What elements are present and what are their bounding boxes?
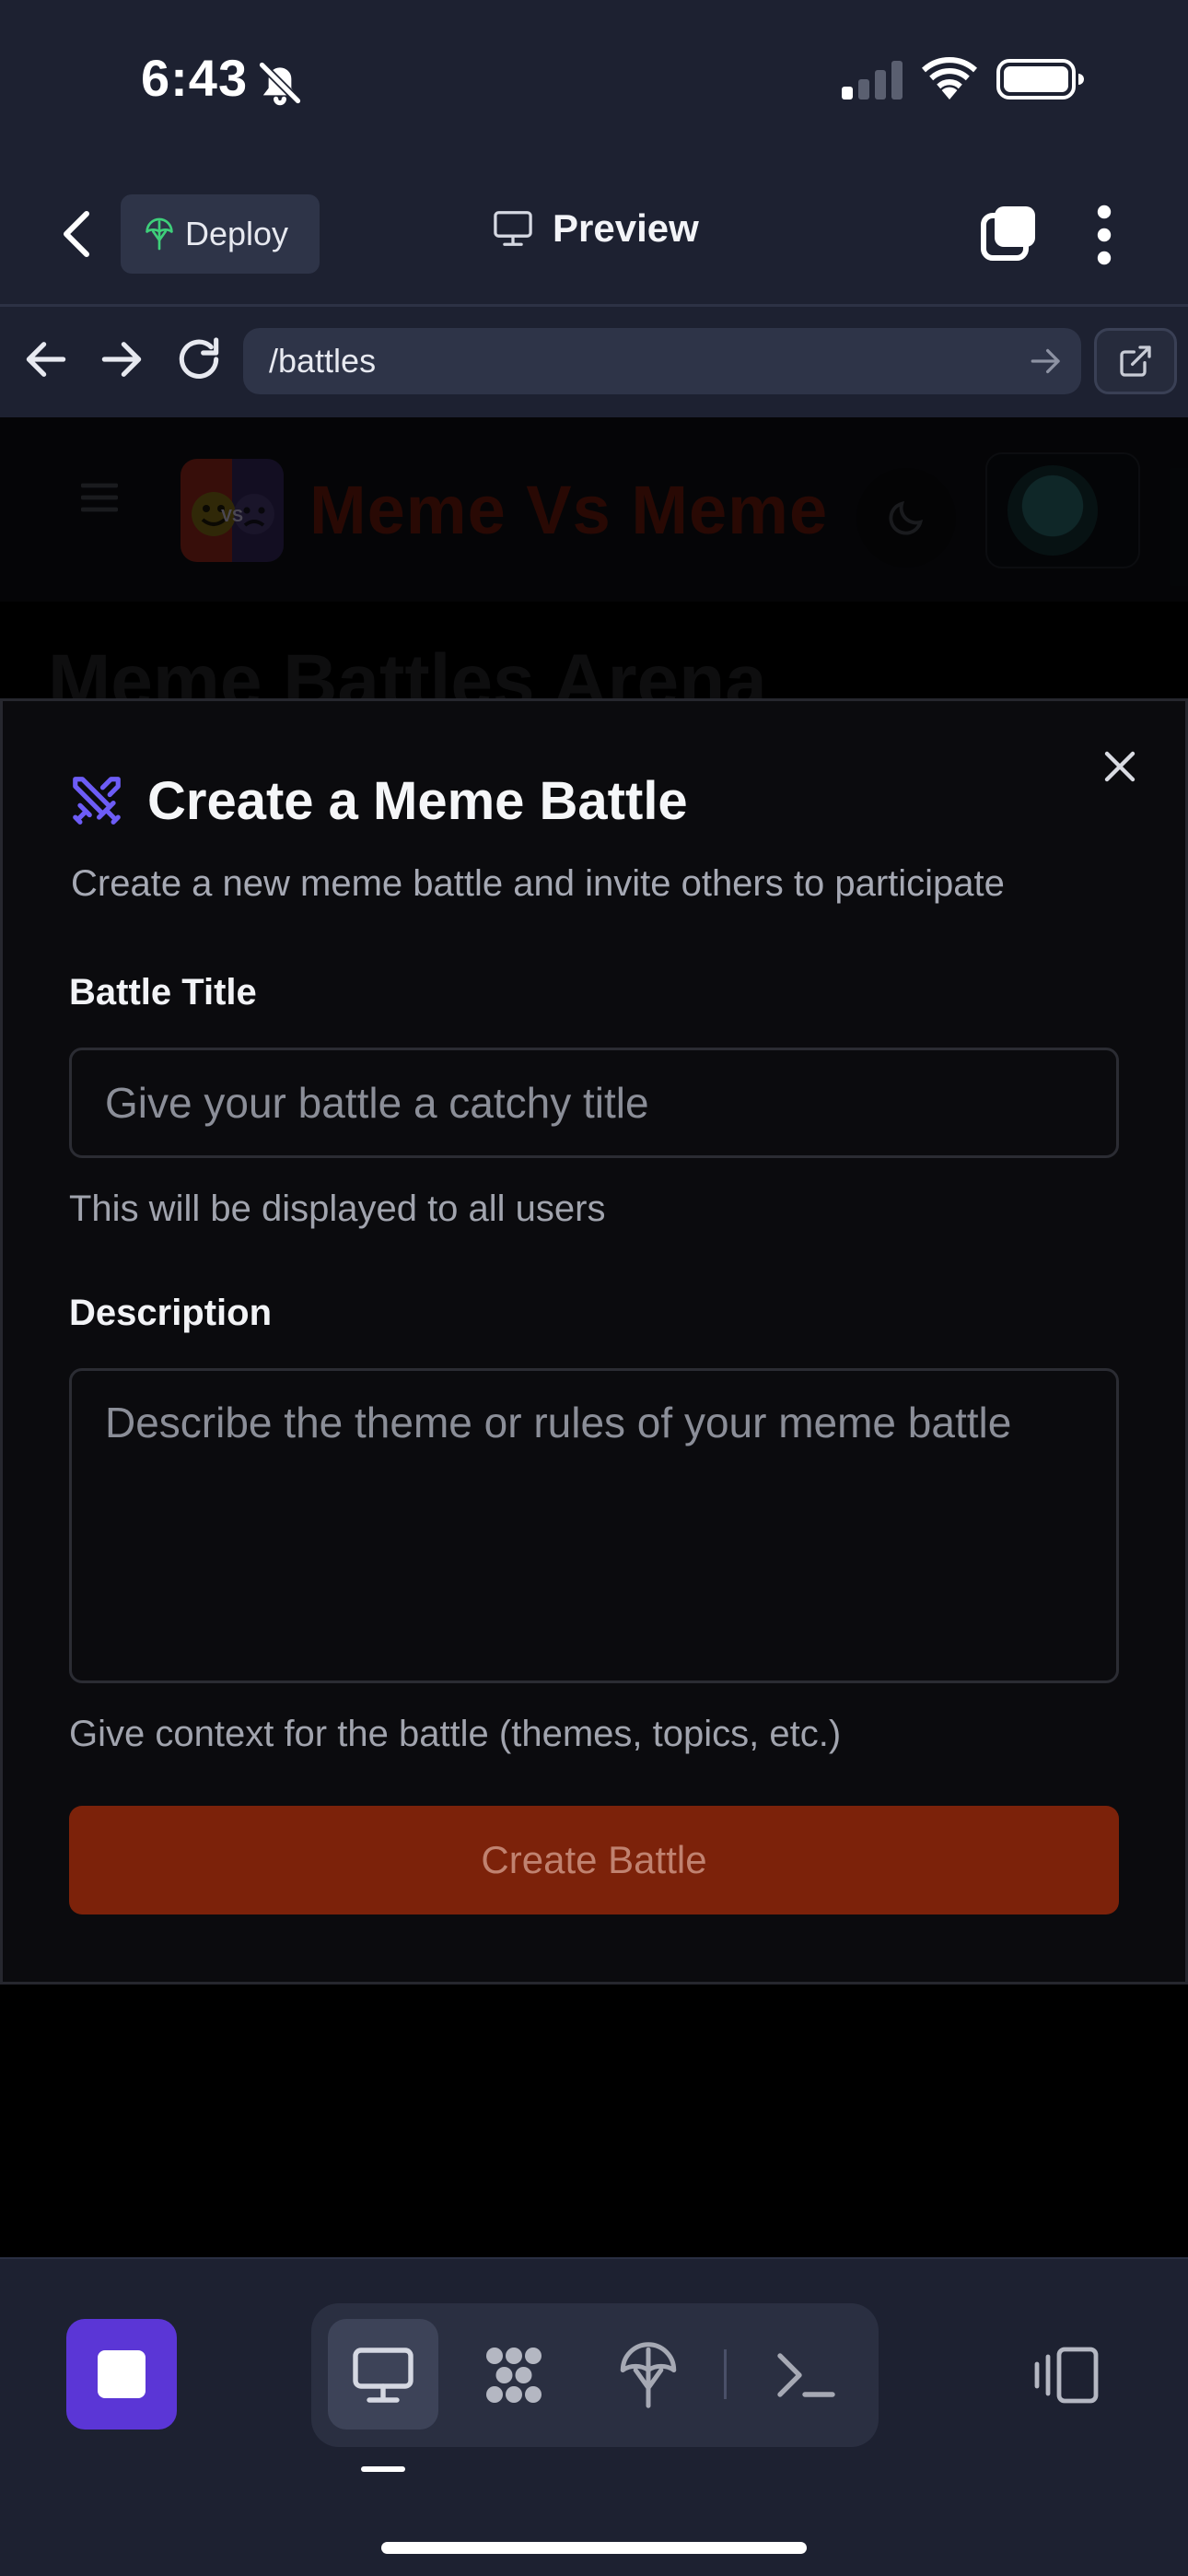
avatar[interactable] bbox=[1007, 465, 1098, 556]
preview-title: Preview bbox=[492, 206, 699, 251]
battle-title-label: Battle Title bbox=[69, 972, 257, 1013]
more-vertical-icon[interactable] bbox=[1090, 205, 1118, 265]
apps-grid-icon[interactable] bbox=[481, 2342, 547, 2408]
monitor-icon bbox=[494, 211, 532, 246]
arrow-left-icon[interactable] bbox=[20, 334, 72, 385]
reload-icon[interactable] bbox=[173, 334, 225, 385]
create-battle-button[interactable]: Create Battle bbox=[69, 1806, 1119, 1914]
active-tool-indicator bbox=[361, 2466, 405, 2472]
description-helper: Give context for the battle (themes, top… bbox=[69, 1714, 842, 1754]
tabs-icon[interactable] bbox=[980, 205, 1037, 262]
status-time: 6:43 bbox=[141, 49, 249, 107]
open-external-icon bbox=[1120, 345, 1151, 377]
site-logo: VS bbox=[181, 459, 284, 562]
url-field[interactable]: /battles bbox=[243, 328, 1081, 394]
svg-text:VS: VS bbox=[221, 507, 243, 525]
deploy-button[interactable]: Deploy bbox=[121, 194, 320, 274]
battery-icon bbox=[996, 59, 1084, 100]
back-chevron-icon[interactable] bbox=[55, 208, 99, 260]
preview-label: Preview bbox=[553, 206, 699, 250]
monitor-icon[interactable] bbox=[350, 2342, 416, 2408]
vs-faces-icon: VS bbox=[192, 492, 274, 536]
dialog-description: Create a new meme battle and invite othe… bbox=[71, 863, 1005, 904]
wifi-icon bbox=[922, 57, 977, 100]
tool-separator bbox=[724, 2349, 727, 2399]
site-title: Meme Vs Meme bbox=[309, 472, 829, 548]
deploy-icon[interactable] bbox=[615, 2342, 681, 2408]
theme-toggle-button[interactable] bbox=[856, 468, 956, 568]
close-icon[interactable] bbox=[1101, 748, 1138, 785]
cellular-signal-icon bbox=[842, 61, 903, 100]
description-textarea[interactable] bbox=[69, 1368, 1119, 1683]
home-indicator[interactable] bbox=[381, 2542, 807, 2554]
description-label: Description bbox=[69, 1293, 273, 1333]
go-arrow-icon[interactable] bbox=[1028, 345, 1065, 378]
hamburger-menu-icon[interactable] bbox=[81, 482, 118, 513]
battle-title-input[interactable] bbox=[69, 1048, 1119, 1158]
deploy-icon bbox=[146, 217, 173, 251]
deploy-label: Deploy bbox=[185, 215, 289, 252]
stop-icon bbox=[98, 2350, 146, 2398]
arrow-right-icon[interactable] bbox=[96, 334, 147, 385]
open-external-button[interactable] bbox=[1094, 328, 1177, 394]
moon-icon bbox=[889, 500, 924, 535]
bell-slash-icon bbox=[258, 61, 302, 106]
split-view-icon[interactable] bbox=[1030, 2346, 1100, 2405]
dialog-title: Create a Meme Battle bbox=[147, 771, 688, 831]
swords-icon bbox=[73, 777, 121, 825]
terminal-icon[interactable] bbox=[772, 2342, 838, 2408]
battle-title-helper: This will be displayed to all users bbox=[69, 1188, 606, 1229]
